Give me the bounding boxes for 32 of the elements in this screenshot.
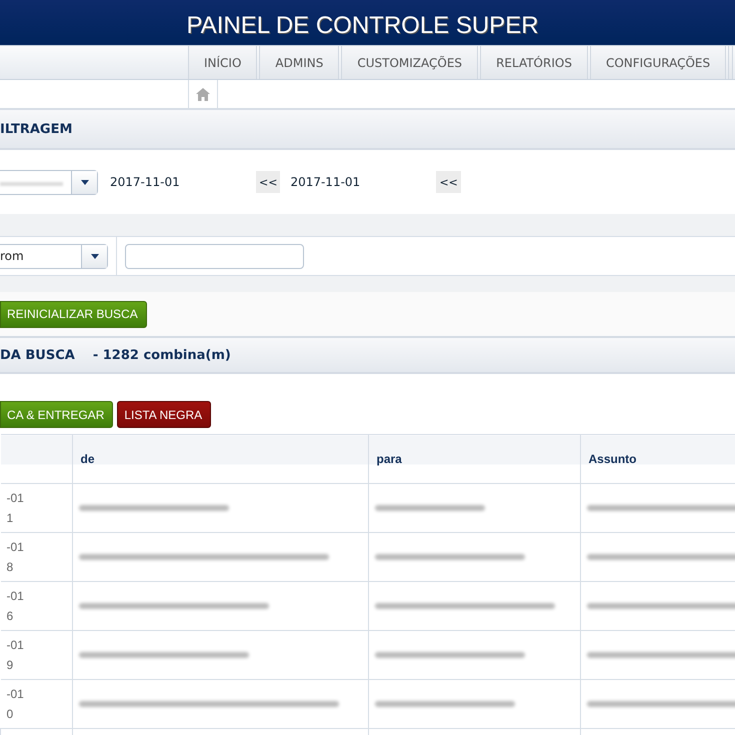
nav-tab[interactable]: CUSTOMIZAÇÕES: [341, 46, 478, 79]
result-count: - 1282 combina(m): [92, 348, 231, 362]
column-header[interactable]: de: [72, 434, 368, 484]
action-button[interactable]: LISTA NEGRA: [117, 401, 212, 428]
calendar-button[interactable]: <<: [436, 171, 461, 193]
nav-tab[interactable]: INÍCIO: [188, 46, 258, 79]
search-field[interactable]: [125, 244, 304, 268]
reset-button[interactable]: REINICIALIZAR BUSCA: [0, 300, 147, 328]
date-from: 2017-11-01: [110, 175, 181, 189]
page-title: PAINEL DE CONTROLE SUPER: [186, 12, 539, 41]
column-header[interactable]: Assunto: [580, 434, 735, 484]
table-cell: -01 8: [0, 532, 72, 582]
table-cell: -01 6: [0, 582, 72, 630]
section-title: DA BUSCA: [0, 348, 75, 362]
nav-tab[interactable]: ADMINS: [259, 46, 340, 79]
field-select[interactable]: rom: [0, 244, 108, 268]
table-cell: -01 1: [0, 484, 72, 532]
home-icon[interactable]: [196, 88, 210, 100]
calendar-button[interactable]: <<: [256, 171, 280, 193]
column-header[interactable]: para: [368, 434, 580, 484]
action-button[interactable]: CA & ENTREGAR: [0, 401, 114, 428]
section-title: ILTRAGEM: [0, 122, 72, 136]
nav-tab[interactable]: RELATÓRIOS: [480, 46, 588, 79]
column-header[interactable]: [0, 434, 72, 484]
nav-tab[interactable]: [728, 46, 733, 79]
period-select[interactable]: [0, 170, 98, 194]
date-to: 2017-11-01: [290, 175, 362, 189]
table-cell: -01 0: [0, 680, 72, 728]
nav-tab[interactable]: CONFIGURAÇÕES: [590, 46, 726, 79]
caret-icon: [90, 254, 98, 258]
table-cell: -01 9: [0, 630, 72, 680]
caret-icon: [80, 180, 88, 184]
